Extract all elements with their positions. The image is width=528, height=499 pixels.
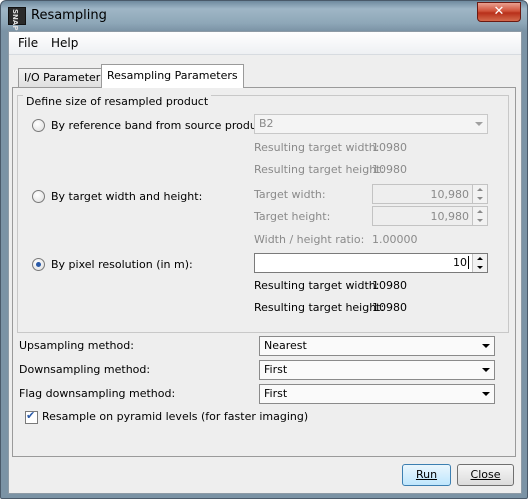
- pyramid-checkbox[interactable]: ✔: [25, 409, 38, 424]
- chevron-down-icon: [482, 344, 490, 348]
- dialog-body: File Help I/O Parameters Resampling Para…: [8, 31, 522, 494]
- target-width-value: 10,980: [430, 188, 470, 201]
- flag-downsampling-label: Flag downsampling method:: [19, 387, 176, 400]
- group-title: Define size of resampled product: [23, 95, 212, 108]
- close-button-label: Close: [470, 468, 501, 481]
- target-height-value: 10,980: [430, 210, 470, 223]
- ref-result-width-value: 10980: [372, 141, 407, 154]
- ref-result-height-value: 10980: [372, 163, 407, 176]
- tab-strip: I/O Parameters Resampling Parameters: [9, 62, 521, 88]
- menu-help[interactable]: Help: [51, 36, 78, 50]
- radio-pixel-resolution[interactable]: [32, 258, 45, 271]
- ref-result-width-label: Resulting target width:: [254, 141, 380, 154]
- downsampling-method-value: First: [264, 363, 288, 376]
- target-height-label: Target height:: [254, 210, 331, 223]
- downsampling-method-label: Downsampling method:: [19, 363, 151, 376]
- upsampling-method-value: Nearest: [264, 339, 307, 352]
- target-height-spinner[interactable]: 10,980: [372, 206, 488, 226]
- window-title: Resampling: [31, 8, 107, 23]
- pixel-resolution-label: By pixel resolution (in m):: [51, 258, 193, 271]
- pyramid-label: Resample on pyramid levels (for faster i…: [42, 410, 309, 423]
- resampling-window: SNAP Resampling ✕ File Help I/O Paramete…: [0, 0, 528, 499]
- flag-downsampling-dropdown[interactable]: First: [259, 384, 495, 404]
- product-size-group: Define size of resampled product By refe…: [17, 95, 509, 333]
- target-height-spinner-buttons: [472, 207, 487, 225]
- pixel-resolution-spinner[interactable]: 10: [254, 253, 488, 273]
- snap-app-icon: SNAP: [8, 7, 26, 30]
- spinner-down-icon[interactable]: [473, 263, 487, 272]
- upsampling-method-dropdown[interactable]: Nearest: [259, 336, 495, 356]
- target-size-label: By target width and height:: [51, 190, 203, 203]
- pixel-result-width-label: Resulting target width:: [254, 279, 380, 292]
- run-button-label: Run: [415, 468, 438, 481]
- radio-target-size[interactable]: [32, 190, 45, 203]
- target-width-spinner-buttons: [472, 185, 487, 203]
- pixel-result-height-value: 10980: [372, 301, 407, 314]
- resampling-parameters-panel: Define size of resampled product By refe…: [12, 87, 516, 457]
- spinner-down-icon[interactable]: [473, 194, 487, 203]
- upsampling-method-label: Upsampling method:: [19, 339, 134, 352]
- ref-result-height-label: Resulting target height:: [254, 163, 385, 176]
- run-button[interactable]: Run: [402, 464, 451, 486]
- pixel-resolution-value[interactable]: 10: [453, 256, 469, 269]
- chevron-down-icon: [482, 368, 490, 372]
- tab-resampling-parameters[interactable]: Resampling Parameters: [101, 64, 244, 88]
- menu-bar: File Help: [9, 32, 521, 55]
- radio-reference-band[interactable]: [32, 119, 45, 132]
- spinner-down-icon[interactable]: [473, 216, 487, 225]
- window-close-button[interactable]: ✕: [477, 2, 521, 22]
- reference-band-dropdown[interactable]: B2: [254, 114, 488, 134]
- target-width-spinner[interactable]: 10,980: [372, 184, 488, 204]
- ratio-label: Width / height ratio:: [254, 233, 365, 246]
- checkmark-icon: ✔: [26, 409, 36, 422]
- app-icon-text: SNAP: [11, 9, 19, 31]
- flag-downsampling-value: First: [264, 387, 288, 400]
- target-width-label: Target width:: [254, 188, 326, 201]
- reference-band-label: By reference band from source product:: [51, 119, 271, 132]
- ratio-value: 1.00000: [372, 233, 418, 246]
- tab-io-parameters[interactable]: I/O Parameters: [18, 68, 113, 88]
- chevron-down-icon: [482, 392, 490, 396]
- close-button[interactable]: Close: [457, 464, 514, 486]
- chevron-down-icon: [475, 122, 483, 126]
- menu-file[interactable]: File: [18, 36, 38, 50]
- pixel-resolution-spinner-buttons: [472, 254, 487, 272]
- pixel-result-width-value: 10980: [372, 279, 407, 292]
- downsampling-method-dropdown[interactable]: First: [259, 360, 495, 380]
- title-bar[interactable]: SNAP Resampling ✕: [1, 1, 527, 31]
- reference-band-value: B2: [259, 117, 274, 130]
- pixel-result-height-label: Resulting target height:: [254, 301, 385, 314]
